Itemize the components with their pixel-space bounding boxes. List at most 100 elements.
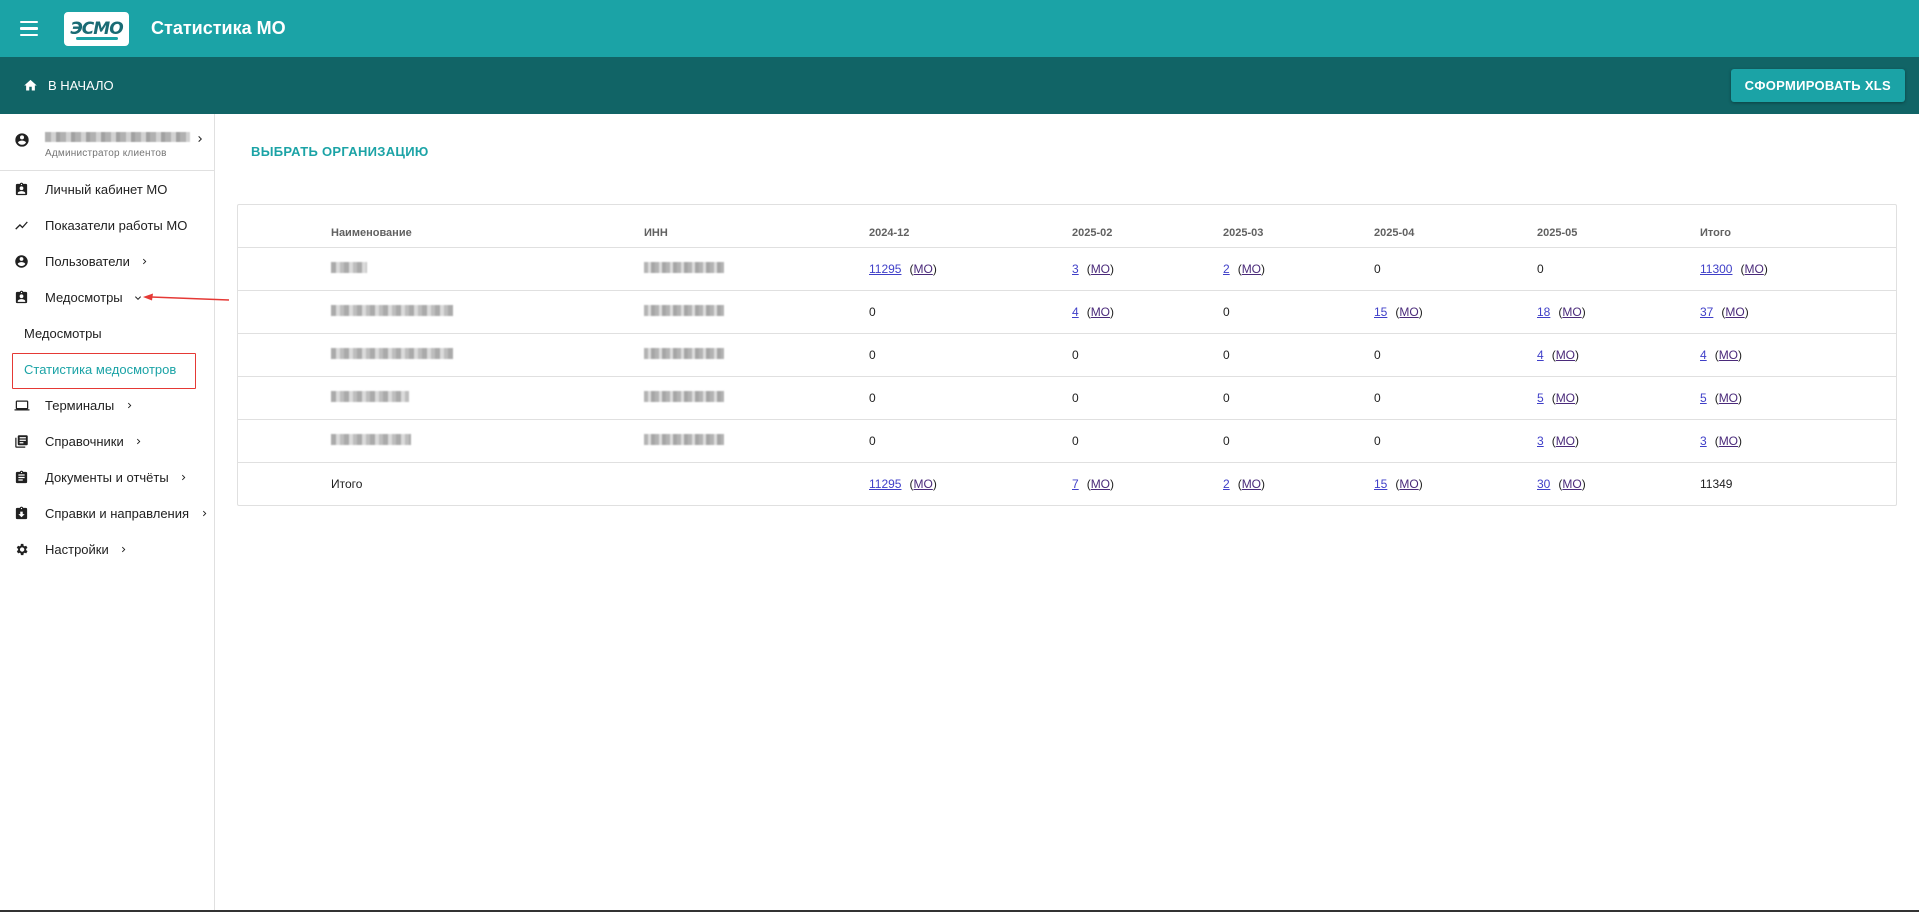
count-link[interactable]: 4	[1072, 305, 1079, 319]
sidebar-item-text: Справочники	[45, 433, 124, 449]
app-logo[interactable]: ЭСМО	[64, 11, 129, 46]
count-link[interactable]: 15	[1374, 305, 1387, 319]
value-cell: 0	[1072, 332, 1223, 376]
count-link[interactable]: 2	[1223, 262, 1230, 276]
sidebar-item-text: Настройки	[45, 541, 109, 557]
mo-link[interactable]: МО	[1399, 477, 1418, 491]
sidebar-item-documents-reports[interactable]: Документы и отчёты	[0, 459, 214, 495]
home-link[interactable]: В НАЧАЛО	[23, 78, 114, 93]
org-name-cell	[331, 375, 644, 419]
value-cell: 3 (МО)	[1072, 246, 1223, 290]
mo-link[interactable]: МО	[913, 262, 932, 276]
mo-link[interactable]: МО	[913, 477, 932, 491]
sidebar-item-label: Терминалы	[45, 398, 135, 413]
count-link[interactable]: 30	[1537, 477, 1550, 491]
mo-link[interactable]: МО	[1399, 305, 1418, 319]
chevron-right-icon	[127, 402, 132, 408]
mo-link[interactable]: МО	[1556, 434, 1575, 448]
value-cell: 0	[869, 418, 1072, 462]
table-row: 0 4 (МО) 0 15 (МО) 18 (МО) 37 (МО)	[238, 289, 1896, 333]
choose-organization-button[interactable]: ВЫБРАТЬ ОРГАНИЗАЦИЮ	[251, 144, 429, 159]
value-cell: 0	[1223, 332, 1374, 376]
mo-link[interactable]: МО	[1719, 348, 1738, 362]
value-cell: 0	[1374, 246, 1537, 290]
mo-link[interactable]: МО	[1744, 262, 1763, 276]
sidebar-item-text: Пользователи	[45, 253, 130, 269]
sidebar-item-mo-indicators[interactable]: Показатели работы МО	[0, 207, 214, 243]
org-name-cell	[331, 246, 644, 290]
mo-link[interactable]: МО	[1242, 477, 1261, 491]
count-link[interactable]: 7	[1072, 477, 1079, 491]
mo-link[interactable]: МО	[1556, 348, 1575, 362]
header-name: Наименование	[331, 226, 412, 239]
count-link[interactable]: 11300	[1700, 262, 1732, 276]
cell-value: 0	[869, 433, 876, 448]
org-name-cell	[331, 418, 644, 462]
menu-icon[interactable]	[20, 16, 46, 42]
mo-link[interactable]: МО	[1725, 305, 1744, 319]
user-profile[interactable]: Администратор клиентов	[0, 114, 214, 171]
count-link[interactable]: 5	[1537, 391, 1544, 405]
mo-link[interactable]: МО	[1242, 262, 1261, 276]
inn-redacted	[644, 390, 724, 402]
count-link[interactable]: 4	[1700, 348, 1707, 362]
chevron-right-icon	[202, 510, 207, 516]
sidebar-item-settings[interactable]: Настройки	[0, 531, 214, 567]
count-link[interactable]: 11295	[869, 262, 901, 276]
user-role: Администратор клиентов	[45, 148, 167, 159]
assignment-icon	[14, 470, 29, 485]
value-cell: 0	[869, 289, 1072, 333]
inn-redacted	[644, 304, 724, 316]
count-link[interactable]: 2	[1223, 477, 1230, 491]
value-cell: 2 (МО)	[1223, 246, 1374, 290]
table-row: 0 0 0 0 5 (МО) 5 (МО)	[238, 375, 1896, 419]
sidebar-subitem-medical-exams[interactable]: Медосмотры	[0, 315, 214, 351]
value-cell: 11295 (МО)	[869, 246, 1072, 290]
count-link[interactable]: 3	[1700, 434, 1707, 448]
value-cell: 7 (МО)	[1072, 461, 1223, 505]
sidebar-subitem-exam-statistics[interactable]: Статистика медосмотров	[0, 351, 214, 389]
count-link[interactable]: 5	[1700, 391, 1707, 405]
mo-link[interactable]: МО	[1091, 262, 1110, 276]
cell-value: 0	[1072, 347, 1079, 362]
sidebar-item-mo-cabinet[interactable]: Личный кабинет МО	[0, 171, 214, 207]
mo-link[interactable]: МО	[1556, 391, 1575, 405]
row-spacer	[238, 289, 331, 333]
sidebar-item-label: Настройки	[45, 542, 129, 557]
highlight-box	[12, 353, 196, 389]
assignment-ind-icon	[14, 290, 29, 305]
cell-value: 0	[1223, 433, 1230, 448]
mo-link[interactable]: МО	[1562, 305, 1581, 319]
value-cell: 4 (МО)	[1700, 332, 1896, 376]
chevron-right-icon	[122, 546, 126, 552]
sidebar-item-text: Медосмотры	[45, 289, 123, 305]
row-spacer	[238, 375, 331, 419]
statistics-table-card: Наименование ИНН 2024-12 2025-02 2025-03…	[237, 204, 1897, 506]
sidebar-item-certificates-referrals[interactable]: Справки и направления	[0, 495, 214, 531]
account-circle-icon	[14, 132, 30, 148]
count-link[interactable]: 4	[1537, 348, 1544, 362]
inn-cell	[644, 289, 869, 333]
count-link[interactable]: 37	[1700, 305, 1713, 319]
count-link[interactable]: 15	[1374, 477, 1387, 491]
sidebar-item-users[interactable]: Пользователи	[0, 243, 214, 279]
mo-link[interactable]: МО	[1719, 391, 1738, 405]
count-link[interactable]: 18	[1537, 305, 1550, 319]
sidebar-item-label: Справки и направления	[45, 506, 210, 521]
account-circle-icon	[14, 254, 29, 269]
value-cell: 5 (МО)	[1537, 375, 1700, 419]
mo-link[interactable]: МО	[1562, 477, 1581, 491]
count-link[interactable]: 3	[1537, 434, 1544, 448]
mo-link[interactable]: МО	[1719, 434, 1738, 448]
value-cell: 37 (МО)	[1700, 289, 1896, 333]
org-name-redacted	[331, 261, 367, 273]
generate-xls-button[interactable]: СФОРМИРОВАТЬ XLS	[1730, 69, 1905, 102]
count-link[interactable]: 3	[1072, 262, 1079, 276]
row-spacer	[238, 332, 331, 376]
app-bar: ЭСМО Статистика МО	[0, 0, 1919, 57]
sidebar-item-references[interactable]: Справочники	[0, 423, 214, 459]
mo-link[interactable]: МО	[1091, 477, 1110, 491]
sidebar-item-terminals[interactable]: Терминалы	[0, 387, 214, 423]
count-link[interactable]: 11295	[869, 477, 901, 491]
mo-link[interactable]: МО	[1091, 305, 1110, 319]
